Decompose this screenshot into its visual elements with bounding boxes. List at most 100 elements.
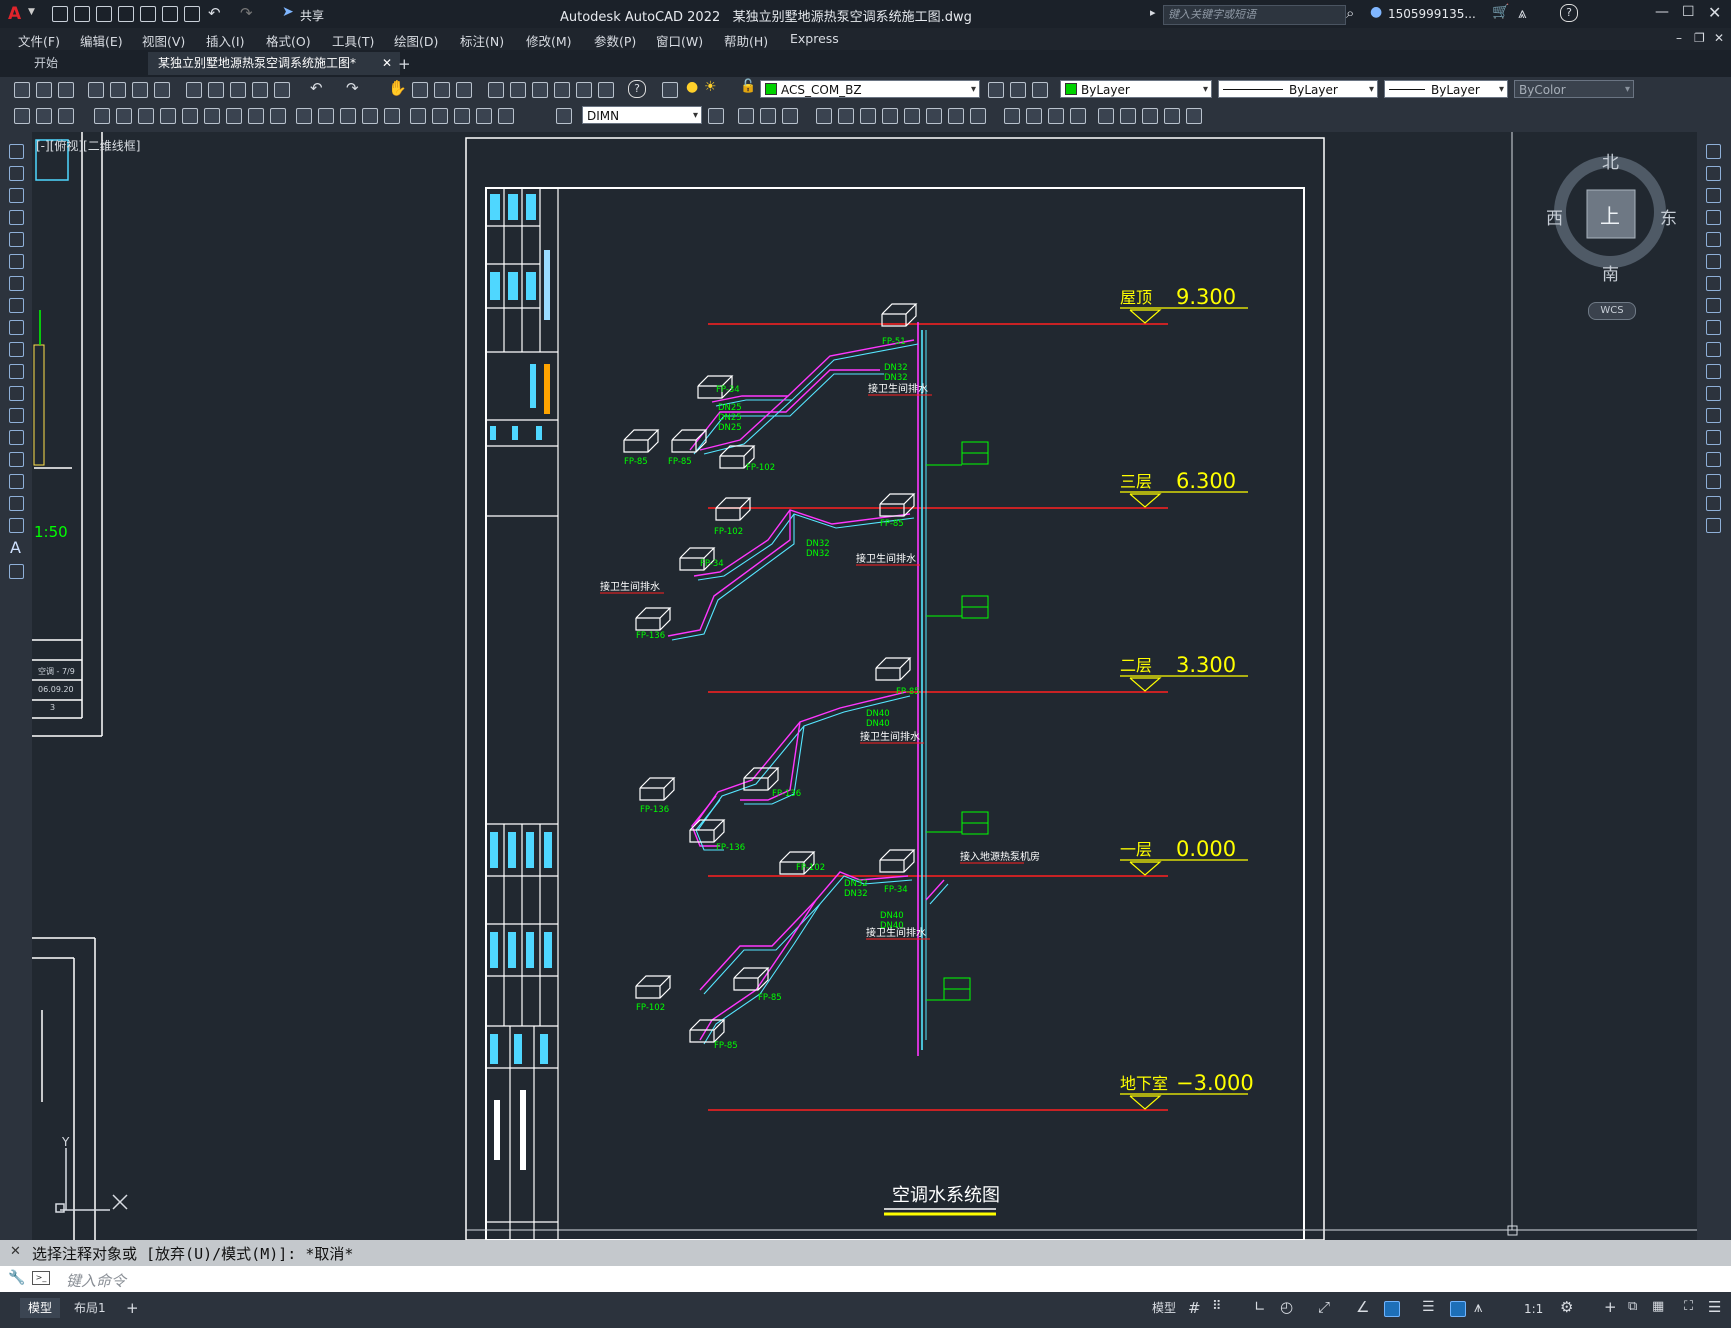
dim-space-icon[interactable] xyxy=(270,108,286,124)
menu-window[interactable]: 窗口(W) xyxy=(656,31,703,50)
polyline-icon[interactable] xyxy=(9,188,24,203)
autodesk-a360-icon[interactable]: ⩓ xyxy=(1518,4,1526,22)
adjust-icon[interactable] xyxy=(1164,108,1180,124)
insert-block-icon[interactable] xyxy=(1098,108,1114,124)
publish-icon[interactable] xyxy=(132,82,148,98)
underlay-layers-icon[interactable] xyxy=(1186,108,1202,124)
drawing-canvas[interactable]: 1:50 空调 - 7/9 06.09.20 3 Y 屋顶 9.300 三层 6… xyxy=(32,132,1697,1240)
cart-icon[interactable]: 🛒 xyxy=(1492,4,1509,20)
scale-palette-icon[interactable] xyxy=(1706,298,1721,313)
menu-tools[interactable]: 工具(T) xyxy=(332,31,374,50)
viewcube-south[interactable]: 南 xyxy=(1602,260,1619,285)
break-palette-icon[interactable] xyxy=(1706,408,1721,423)
multiline-text-icon[interactable]: A xyxy=(10,538,21,557)
app-menu-chevron-icon[interactable]: ▼ xyxy=(28,7,35,17)
revision-cloud-icon[interactable] xyxy=(9,298,24,313)
user-icon[interactable]: ● xyxy=(1370,4,1382,20)
dim-style-manager-icon[interactable] xyxy=(708,108,724,124)
new-tab-icon[interactable]: + xyxy=(398,55,411,73)
annotation-visibility-icon[interactable] xyxy=(1450,1301,1466,1317)
tab-start[interactable]: 开始 xyxy=(24,52,144,75)
gradient-icon[interactable] xyxy=(9,474,24,489)
dim-linear-icon[interactable] xyxy=(14,108,30,124)
viewcube-north[interactable]: 北 xyxy=(1602,148,1619,173)
ellipse-arc-icon[interactable] xyxy=(9,364,24,379)
snap-icon[interactable]: ⠿ xyxy=(1212,1299,1222,1314)
join-palette-icon[interactable] xyxy=(1706,430,1721,445)
menu-help[interactable]: 帮助(H) xyxy=(724,31,768,50)
blend-curves-icon[interactable] xyxy=(1706,496,1721,511)
plot-icon[interactable] xyxy=(184,6,200,22)
calculator-icon[interactable] xyxy=(598,82,614,98)
circle-icon[interactable] xyxy=(9,276,24,291)
share-button[interactable]: 共享 xyxy=(300,7,324,24)
model-space-button[interactable]: 模型 xyxy=(1144,1298,1184,1318)
doc-restore-icon[interactable]: ❐ xyxy=(1694,31,1705,45)
block-editor-icon[interactable] xyxy=(274,82,290,98)
search-icon[interactable]: ⌕ xyxy=(1346,4,1354,22)
stretch-icon[interactable] xyxy=(904,108,920,124)
move-palette-icon[interactable] xyxy=(1706,254,1721,269)
tool-palettes-icon[interactable] xyxy=(532,82,548,98)
menu-parametric[interactable]: 参数(P) xyxy=(594,31,636,50)
search-input[interactable]: 键入关键字或短语 xyxy=(1163,5,1346,25)
close-window-icon[interactable]: ✕ xyxy=(1708,3,1721,22)
search-expand-icon[interactable]: ▸ xyxy=(1150,6,1156,19)
construction-line-icon[interactable] xyxy=(9,166,24,181)
copy-object-icon[interactable] xyxy=(738,108,754,124)
array-palette-icon[interactable] xyxy=(1706,232,1721,247)
insert-block-palette-icon[interactable] xyxy=(9,386,24,401)
dim-continue-icon[interactable] xyxy=(248,108,264,124)
layer-previous-icon[interactable] xyxy=(1010,82,1026,98)
viewcube[interactable]: 北 南 西 东 上 xyxy=(1546,148,1678,285)
viewcube-west[interactable]: 西 xyxy=(1546,204,1563,229)
viewport-controls[interactable]: [-][俯视][二维线框] xyxy=(36,137,140,154)
add-layout-icon[interactable]: + xyxy=(126,1299,139,1317)
save-as-icon[interactable] xyxy=(118,6,134,22)
lineweight-toggle-icon[interactable]: ☰ xyxy=(1422,1299,1435,1315)
doc-close-icon[interactable]: ✕ xyxy=(1714,31,1724,45)
copy-icon[interactable] xyxy=(208,82,224,98)
stretch-palette-icon[interactable] xyxy=(1706,320,1721,335)
dim-override-icon[interactable] xyxy=(498,108,514,124)
customize-status-icon[interactable]: ☰ xyxy=(1708,1298,1721,1316)
tab-layout1[interactable]: 布局1 xyxy=(66,1298,114,1318)
clip-icon[interactable] xyxy=(1142,108,1158,124)
zoom-window-icon[interactable] xyxy=(434,82,450,98)
toolbar-help-icon[interactable]: ? xyxy=(628,80,646,98)
point-icon[interactable] xyxy=(9,430,24,445)
menu-express[interactable]: Express xyxy=(790,31,839,46)
redo-toolbar-icon[interactable]: ↷ xyxy=(346,79,359,97)
isometric-icon[interactable]: ∠ xyxy=(1356,1298,1369,1316)
undo-toolbar-icon[interactable]: ↶ xyxy=(310,79,323,97)
scale-icon[interactable] xyxy=(882,108,898,124)
zoom-previous-icon[interactable] xyxy=(456,82,472,98)
break-icon[interactable] xyxy=(970,108,986,124)
open-icon[interactable] xyxy=(36,82,52,98)
arc-icon[interactable] xyxy=(9,254,24,269)
extend-icon[interactable] xyxy=(948,108,964,124)
menu-edit[interactable]: 编辑(E) xyxy=(80,31,123,50)
dim-edit-icon[interactable] xyxy=(410,108,426,124)
dimstyle-dropdown[interactable]: DIMN ▾ xyxy=(582,106,702,124)
fillet-icon[interactable] xyxy=(1048,108,1064,124)
command-input[interactable]: 键入命令 xyxy=(66,1270,126,1291)
recent-commands-icon[interactable]: >_ xyxy=(32,1271,50,1285)
close-tab-icon[interactable]: ✕ xyxy=(382,52,392,75)
help-icon[interactable]: ? xyxy=(1560,4,1578,22)
sheet-set-icon[interactable] xyxy=(554,82,570,98)
fillet-palette-icon[interactable] xyxy=(1706,474,1721,489)
dim-reassociate-icon[interactable] xyxy=(476,108,492,124)
undo-icon[interactable]: ↶ xyxy=(208,4,221,22)
color-dropdown[interactable]: ByLayer ▾ xyxy=(1060,80,1212,98)
menu-modify[interactable]: 修改(M) xyxy=(526,31,572,50)
spline-icon[interactable] xyxy=(9,320,24,335)
add-selected-icon[interactable] xyxy=(9,564,24,579)
doc-minimize-icon[interactable]: – xyxy=(1676,31,1682,45)
layer-on-icon[interactable]: ● xyxy=(686,79,698,95)
workspace-gear-icon[interactable]: ⚙ xyxy=(1560,1298,1573,1316)
annotation-monitor-icon[interactable]: + xyxy=(1604,1298,1617,1316)
open-file-icon[interactable] xyxy=(74,6,90,22)
offset-icon[interactable] xyxy=(782,108,798,124)
layer-thaw-icon[interactable]: ☀ xyxy=(704,79,717,95)
